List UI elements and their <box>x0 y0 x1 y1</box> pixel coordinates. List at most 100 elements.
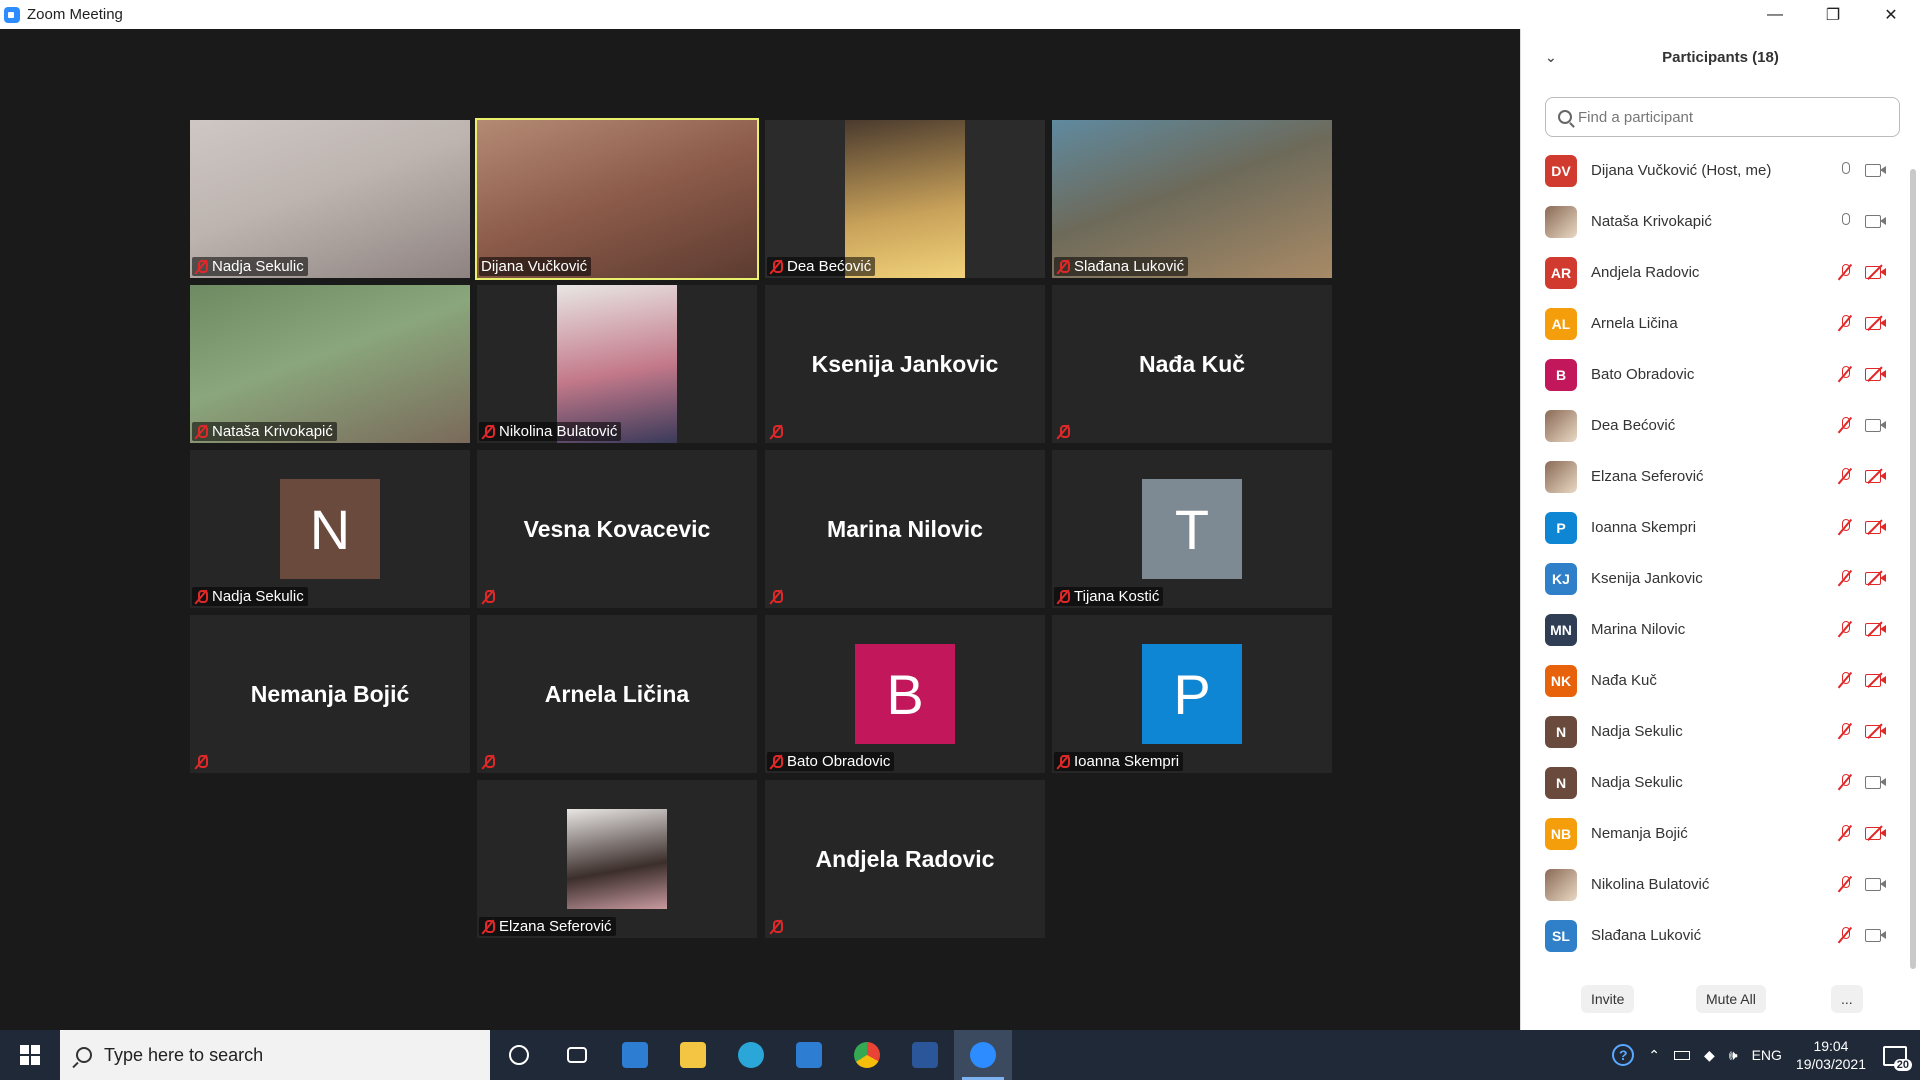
close-button[interactable]: ✕ <box>1862 0 1920 29</box>
invite-button[interactable]: Invite <box>1581 985 1635 1013</box>
video-camera-icon[interactable] <box>1865 163 1887 177</box>
clock[interactable]: 19:04 19/03/2021 <box>1796 1037 1866 1073</box>
mic-muted-icon[interactable] <box>1837 366 1853 382</box>
mic-muted-icon[interactable] <box>1837 468 1853 484</box>
help-icon[interactable]: ? <box>1612 1044 1635 1066</box>
video-tile[interactable]: Slađana Luković <box>1052 120 1332 278</box>
participant-row[interactable]: N Nadja Sekulic <box>1521 757 1911 808</box>
participant-row[interactable]: AR Andjela Radovic <box>1521 247 1911 298</box>
video-tile[interactable]: Dea Bećović <box>765 120 1045 278</box>
video-tile[interactable]: Ksenija Jankovic <box>765 285 1045 443</box>
mic-muted-icon[interactable] <box>1837 621 1853 637</box>
store-icon <box>622 1042 648 1068</box>
video-camera-icon[interactable] <box>1865 214 1887 228</box>
notification-center-icon[interactable]: 20 <box>1880 1041 1912 1071</box>
video-off-icon[interactable] <box>1865 570 1887 586</box>
mic-muted-icon <box>769 589 783 605</box>
mic-muted-icon[interactable] <box>1837 519 1853 535</box>
participant-row[interactable]: NB Nemanja Bojić <box>1521 808 1911 859</box>
taskbar-app-word[interactable] <box>896 1030 954 1080</box>
video-tile[interactable]: Nikolina Bulatović <box>477 285 757 443</box>
dropbox-icon[interactable]: ◆ <box>1704 1047 1715 1064</box>
video-tile[interactable]: Vesna Kovacevic <box>477 450 757 608</box>
participant-row[interactable]: Nikolina Bulatović <box>1521 859 1911 910</box>
participant-row[interactable]: NK Nađa Kuč <box>1521 655 1911 706</box>
microphone-icon[interactable] <box>1837 162 1853 178</box>
participant-row[interactable]: B Bato Obradovic <box>1521 349 1911 400</box>
video-tile[interactable]: Nemanja Bojić <box>190 615 470 773</box>
participant-search-input[interactable] <box>1578 108 1878 126</box>
video-off-icon[interactable] <box>1865 621 1887 637</box>
video-tile[interactable]: Marina Nilovic <box>765 450 1045 608</box>
battery-icon[interactable] <box>1673 1050 1690 1060</box>
mic-muted-icon[interactable] <box>1837 417 1853 433</box>
video-off-icon[interactable] <box>1865 366 1887 382</box>
mic-muted-icon[interactable] <box>1837 672 1853 688</box>
participant-list-scrollbar[interactable] <box>1910 169 1916 969</box>
participant-row[interactable]: Dea Bećović <box>1521 400 1911 451</box>
video-camera-icon[interactable] <box>1865 928 1887 942</box>
participant-row[interactable]: MN Marina Nilovic <box>1521 604 1911 655</box>
mic-muted-icon[interactable] <box>1837 315 1853 331</box>
minimize-button[interactable]: — <box>1746 0 1804 29</box>
taskbar-app-edge[interactable] <box>722 1030 780 1080</box>
participant-display-name: Ksenija Jankovic <box>811 350 999 377</box>
video-tile[interactable]: N Nadja Sekulic <box>190 450 470 608</box>
mic-muted-icon[interactable] <box>1837 825 1853 841</box>
volume-icon[interactable]: 🕪 <box>1729 1047 1738 1064</box>
taskbar-app-cortana[interactable] <box>490 1030 548 1080</box>
video-off-icon[interactable] <box>1865 264 1887 280</box>
video-off-icon[interactable] <box>1865 315 1887 331</box>
participant-row[interactable]: Nataša Krivokapić <box>1521 196 1911 247</box>
video-tile[interactable]: Dijana Vučković <box>475 118 759 280</box>
more-button[interactable]: ... <box>1831 985 1863 1013</box>
video-camera-icon[interactable] <box>1865 418 1887 432</box>
participant-row[interactable]: SL Slađana Luković <box>1521 910 1911 961</box>
collapse-chevron-icon[interactable]: ⌄ <box>1545 49 1557 66</box>
video-off-icon[interactable] <box>1865 468 1887 484</box>
start-button[interactable] <box>0 1030 60 1080</box>
video-tile[interactable]: Andjela Radovic <box>765 780 1045 938</box>
taskbar-app-store[interactable] <box>606 1030 664 1080</box>
participant-name: Nadja Sekulic <box>1591 723 1683 740</box>
video-tile[interactable]: Nataša Krivokapić <box>190 285 470 443</box>
mic-muted-icon[interactable] <box>1837 774 1853 790</box>
video-tile[interactable]: Elzana Seferović <box>477 780 757 938</box>
video-tile[interactable]: Nadja Sekulic <box>190 120 470 278</box>
taskbar-app-task-view[interactable] <box>548 1030 606 1080</box>
video-tile[interactable]: P Ioanna Skempri <box>1052 615 1332 773</box>
video-tile[interactable]: Nađa Kuč <box>1052 285 1332 443</box>
video-camera-icon[interactable] <box>1865 877 1887 891</box>
microphone-icon[interactable] <box>1837 213 1853 229</box>
video-tile[interactable]: T Tijana Kostić <box>1052 450 1332 608</box>
video-off-icon[interactable] <box>1865 723 1887 739</box>
participant-avatar <box>1545 205 1577 238</box>
video-tile[interactable]: Arnela Ličina <box>477 615 757 773</box>
video-off-icon[interactable] <box>1865 825 1887 841</box>
taskbar-app-zoom[interactable] <box>954 1030 1012 1080</box>
video-off-icon[interactable] <box>1865 519 1887 535</box>
mic-muted-icon[interactable] <box>1837 876 1853 892</box>
mic-muted-icon[interactable] <box>1837 927 1853 943</box>
participant-search[interactable] <box>1545 97 1900 137</box>
participant-row[interactable]: DV Dijana Vučković (Host, me) <box>1521 145 1911 196</box>
language-indicator[interactable]: ENG <box>1752 1047 1782 1063</box>
mic-muted-icon[interactable] <box>1837 570 1853 586</box>
video-tile[interactable]: B Bato Obradovic <box>765 615 1045 773</box>
mic-muted-icon[interactable] <box>1837 264 1853 280</box>
taskbar-app-file-explorer[interactable] <box>664 1030 722 1080</box>
video-camera-icon[interactable] <box>1865 775 1887 789</box>
participant-row[interactable]: KJ Ksenija Jankovic <box>1521 553 1911 604</box>
mic-muted-icon[interactable] <box>1837 723 1853 739</box>
maximize-button[interactable]: ❐ <box>1804 0 1862 29</box>
mute-all-button[interactable]: Mute All <box>1696 985 1766 1013</box>
taskbar-search[interactable]: Type here to search <box>60 1030 490 1080</box>
participant-row[interactable]: P Ioanna Skempri <box>1521 502 1911 553</box>
participant-row[interactable]: Elzana Seferović <box>1521 451 1911 502</box>
chevron-up-icon[interactable]: ⌃ <box>1648 1047 1660 1064</box>
video-off-icon[interactable] <box>1865 672 1887 688</box>
participant-row[interactable]: N Nadja Sekulic <box>1521 706 1911 757</box>
taskbar-app-mail[interactable] <box>780 1030 838 1080</box>
participant-row[interactable]: AL Arnela Ličina <box>1521 298 1911 349</box>
taskbar-app-chrome[interactable] <box>838 1030 896 1080</box>
